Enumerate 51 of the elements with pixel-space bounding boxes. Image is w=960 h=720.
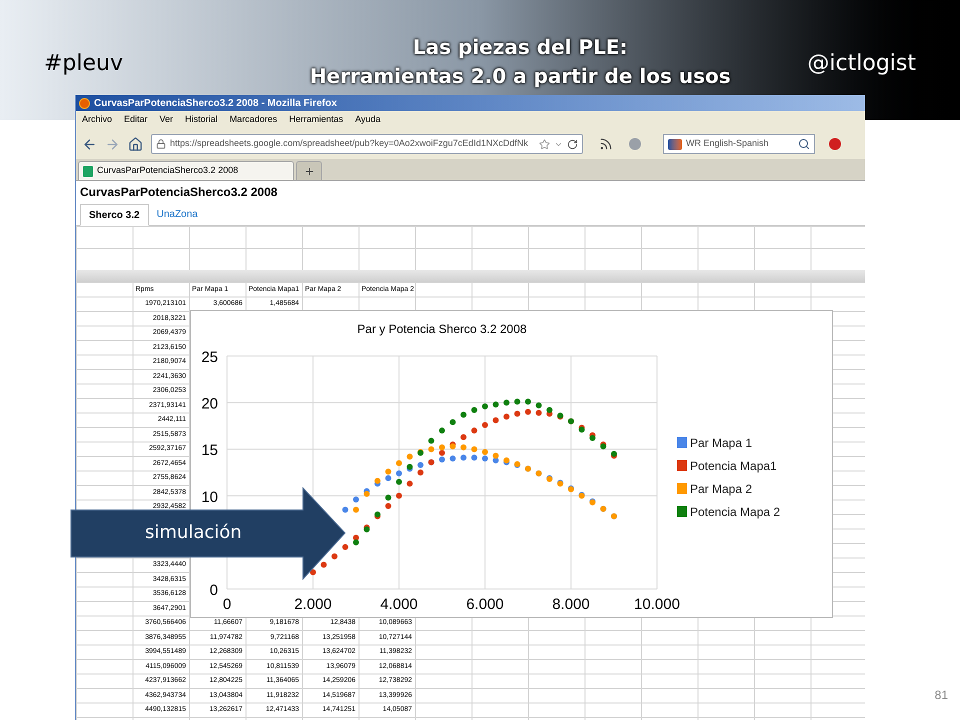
legend-label: Par Mapa 2 xyxy=(690,482,752,496)
y-tick-label: 0 xyxy=(210,582,218,599)
browser-tab[interactable]: CurvasParPotenciaSherco3.2 2008 xyxy=(78,161,294,180)
x-tick-label: 10.000 xyxy=(634,596,680,613)
browser-logo-icon xyxy=(79,98,90,108)
x-tick-label: 8.000 xyxy=(552,596,590,613)
y-tick-label: 15 xyxy=(201,442,218,460)
feed-icon[interactable] xyxy=(599,137,613,151)
hashtag-text: #pleuv xyxy=(44,50,124,78)
handle-text: @ictlogist xyxy=(807,50,916,78)
sheet-icon xyxy=(83,166,93,176)
new-tab-button[interactable] xyxy=(296,161,322,180)
menu-item[interactable]: Herramientas xyxy=(289,113,344,127)
y-tick-label: 10 xyxy=(201,488,218,506)
menu-item[interactable]: Editar xyxy=(124,113,148,127)
window-title: CurvasParPotenciaSherco3.2 2008 - Mozilla Firefox xyxy=(94,96,337,110)
sheet-tab[interactable]: Sherco 3.2 xyxy=(80,204,149,226)
callout-label: simulación xyxy=(145,522,242,544)
legend-label: Potencia Mapa 2 xyxy=(690,505,780,519)
chart-title: Par y Potencia Sherco 3.2 2008 xyxy=(357,322,527,336)
star-icon[interactable] xyxy=(539,138,550,150)
page-number: 81 xyxy=(934,687,948,704)
sheet-tab[interactable]: UnaZona xyxy=(148,203,206,225)
legend-label: Potencia Mapa1 xyxy=(690,459,777,473)
url-text: https://spreadsheets.google.com/spreadsheet/pub?key=0Ao2xwoiFzgu7cEdId1NXcDdfNk xyxy=(170,137,529,150)
plus-icon xyxy=(304,166,314,176)
addon-icon[interactable] xyxy=(829,138,841,150)
sheet-title: CurvasParPotenciaSherco3.2 2008 xyxy=(80,184,278,201)
slide-title: Las piezas del PLE: xyxy=(412,34,628,61)
slide-title: Herramientas 2.0 a partir de los usos xyxy=(310,63,731,90)
menu-item[interactable]: Marcadores xyxy=(230,113,278,127)
search-icon[interactable] xyxy=(798,138,810,150)
menu-item[interactable]: Archivo xyxy=(82,113,112,127)
address-field[interactable]: https://spreadsheets.google.com/spreadsheet/pub?key=0Ao2xwoiFzgu7cEdId1NXcDdfNk xyxy=(151,134,583,154)
menu-item[interactable]: Ver xyxy=(160,113,174,127)
x-tick-label: 4.000 xyxy=(380,596,418,613)
y-tick-label: 20 xyxy=(201,396,218,413)
back-icon[interactable] xyxy=(82,136,97,152)
home-icon[interactable] xyxy=(128,136,143,152)
search-engine-text: WR English-Spanish xyxy=(686,137,770,150)
x-tick-label: 2.000 xyxy=(294,596,332,613)
x-tick-label: 0 xyxy=(222,596,232,613)
search-field[interactable]: WR English-Spanish xyxy=(663,134,815,154)
reload-icon[interactable] xyxy=(567,138,578,150)
legend-label: Par Mapa 1 xyxy=(690,436,752,450)
search-engine-icon[interactable] xyxy=(668,138,682,150)
y-tick-label: 25 xyxy=(201,349,218,366)
menu-item[interactable]: Ayuda xyxy=(355,113,380,127)
x-tick-label: 6.000 xyxy=(466,596,504,613)
menu-item[interactable]: Historial xyxy=(185,113,218,127)
lock-icon xyxy=(156,139,166,149)
